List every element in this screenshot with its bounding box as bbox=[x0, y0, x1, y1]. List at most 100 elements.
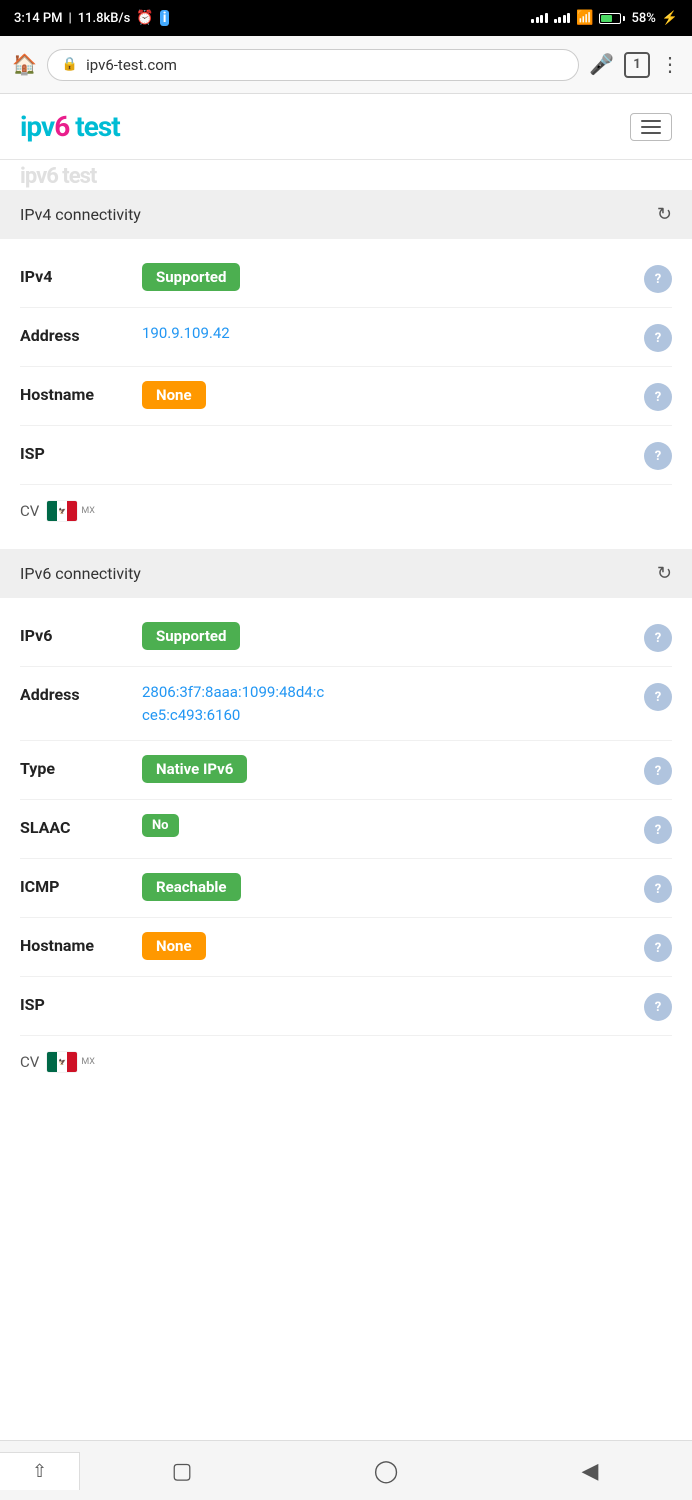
ipv6-slaac-badge: No bbox=[142, 814, 179, 837]
alarm-icon: ⏰ bbox=[136, 10, 153, 26]
ipv6-country-code-mx: MX bbox=[81, 1057, 95, 1067]
ipv6-status-row: IPv6 Supported ? bbox=[20, 608, 672, 667]
ipv4-isp-label: ISP bbox=[20, 440, 130, 463]
ipv6-hostname-label: Hostname bbox=[20, 932, 130, 955]
ipv4-hostname-row: Hostname None ? bbox=[20, 367, 672, 426]
ipv4-supported-badge: Supported bbox=[142, 263, 240, 291]
ipv6-section-title: IPv6 connectivity bbox=[20, 564, 141, 583]
ipv6-icmp-help[interactable]: ? bbox=[644, 875, 672, 903]
ipv6-slaac-value: No bbox=[142, 814, 632, 837]
lock-icon: 🔒 bbox=[62, 57, 78, 72]
ipv4-hostname-label: Hostname bbox=[20, 381, 130, 404]
wifi-icon: 📶 bbox=[576, 10, 593, 26]
tab-count[interactable]: 1 bbox=[624, 52, 650, 78]
ipv6-type-badge: Native IPv6 bbox=[142, 755, 247, 783]
ipv6-type-label: Type bbox=[20, 755, 130, 778]
hamburger-line bbox=[641, 120, 661, 122]
hamburger-line bbox=[641, 132, 661, 134]
ipv6-slaac-help[interactable]: ? bbox=[644, 816, 672, 844]
ipv4-hostname-badge: None bbox=[142, 381, 206, 409]
ipv6-isp-label: ISP bbox=[20, 991, 130, 1014]
ipv4-address-label: Address bbox=[20, 322, 130, 345]
ipv6-slaac-row: SLAAC No ? bbox=[20, 800, 672, 859]
ipv6-status-label: IPv6 bbox=[20, 622, 130, 645]
ipv6-refresh-button[interactable]: ↻ bbox=[657, 563, 672, 584]
ipv6-address-help[interactable]: ? bbox=[644, 683, 672, 711]
ipv4-address-help[interactable]: ? bbox=[644, 324, 672, 352]
logo-6: 6 bbox=[54, 110, 69, 143]
ipv4-content: IPv4 Supported ? Address 190.9.109.42 ? … bbox=[0, 239, 692, 549]
ipv4-address-link[interactable]: 190.9.109.42 bbox=[142, 324, 230, 342]
hamburger-menu-button[interactable] bbox=[630, 113, 672, 141]
ipv6-status-help[interactable]: ? bbox=[644, 624, 672, 652]
ipv6-isp-row: ISP ? bbox=[20, 977, 672, 1036]
square-button[interactable]: ▢ bbox=[142, 1441, 222, 1500]
ipv6-type-value: Native IPv6 bbox=[142, 755, 632, 783]
status-right: 📶 58% ⚡ bbox=[531, 10, 678, 26]
ipv6-type-help[interactable]: ? bbox=[644, 757, 672, 785]
microphone-button[interactable]: 🎤 bbox=[589, 52, 614, 77]
time-label: 3:14 PM bbox=[14, 11, 63, 26]
ipv6-address-label: Address bbox=[20, 681, 130, 704]
ipv6-type-row: Type Native IPv6 ? bbox=[20, 741, 672, 800]
circle-button[interactable]: ◯ bbox=[346, 1441, 426, 1500]
ipv4-cv-row: CV 🦅 MX bbox=[20, 485, 672, 529]
ipv6-icmp-label: ICMP bbox=[20, 873, 130, 896]
charging-icon: ⚡ bbox=[662, 11, 678, 26]
battery-icon bbox=[599, 13, 625, 24]
bottom-nav: ⇧ ▢ ◯ ◀ bbox=[0, 1440, 692, 1500]
url-bar[interactable]: 🔒 ipv6-test.com bbox=[47, 49, 579, 81]
ipv4-status-label: IPv4 bbox=[20, 263, 130, 286]
ipv4-status-value: Supported bbox=[142, 263, 632, 291]
ipv4-status-help[interactable]: ? bbox=[644, 265, 672, 293]
status-bar: 3:14 PM | 11.8kB/s ⏰ i 📶 58% ⚡ bbox=[0, 0, 692, 36]
ipv4-status-row: IPv4 Supported ? bbox=[20, 249, 672, 308]
browser-bar: 🏠 🔒 ipv6-test.com 🎤 1 ⋮ bbox=[0, 36, 692, 94]
ipv6-hostname-value: None bbox=[142, 932, 632, 960]
ipv6-isp-help[interactable]: ? bbox=[644, 993, 672, 1021]
ghost-logo-row: ipv6 test bbox=[0, 160, 692, 190]
logo-ipv: ipv bbox=[20, 110, 54, 143]
ipv4-address-value: 190.9.109.42 bbox=[142, 322, 632, 345]
signal-bars-1 bbox=[531, 13, 548, 23]
ipv6-hostname-row: Hostname None ? bbox=[20, 918, 672, 977]
ipv4-section-title: IPv4 connectivity bbox=[20, 205, 141, 224]
site-header: ipv6 test bbox=[0, 94, 692, 160]
more-options-button[interactable]: ⋮ bbox=[660, 52, 680, 77]
ipv4-isp-help[interactable]: ? bbox=[644, 442, 672, 470]
ipv4-section-header: IPv4 connectivity ↻ bbox=[0, 190, 692, 239]
network-speed: 11.8kB/s bbox=[78, 11, 131, 26]
url-text: ipv6-test.com bbox=[86, 56, 564, 74]
battery-percent: 58% bbox=[631, 11, 655, 26]
status-left: 3:14 PM | 11.8kB/s ⏰ i bbox=[14, 10, 169, 26]
ipv6-icmp-row: ICMP Reachable ? bbox=[20, 859, 672, 918]
ipv6-icmp-value: Reachable bbox=[142, 873, 632, 901]
ipv6-cv-text: CV bbox=[20, 1053, 39, 1071]
ipv4-isp-row: ISP ? bbox=[20, 426, 672, 485]
ipv6-cv-row: CV 🦅 MX bbox=[20, 1036, 672, 1080]
ipv6-address-row: Address 2806:3f7:8aaa:1099:48d4:cce5:c49… bbox=[20, 667, 672, 741]
ipv6-supported-badge: Supported bbox=[142, 622, 240, 650]
ipv4-hostname-help[interactable]: ? bbox=[644, 383, 672, 411]
ipv6-address-link[interactable]: 2806:3f7:8aaa:1099:48d4:cce5:c493:6160 bbox=[142, 683, 324, 724]
ipv4-cv-text: CV bbox=[20, 502, 39, 520]
ipv4-refresh-button[interactable]: ↻ bbox=[657, 204, 672, 225]
logo-test: test bbox=[69, 110, 119, 143]
ipv6-section-header: IPv6 connectivity ↻ bbox=[0, 549, 692, 598]
ipv6-hostname-help[interactable]: ? bbox=[644, 934, 672, 962]
ipv6-address-value: 2806:3f7:8aaa:1099:48d4:cce5:c493:6160 bbox=[142, 681, 632, 726]
chevron-up-bar[interactable]: ⇧ bbox=[0, 1452, 80, 1490]
ipv6-content: IPv6 Supported ? Address 2806:3f7:8aaa:1… bbox=[0, 598, 692, 1100]
ghost-logo: ipv6 test bbox=[20, 164, 96, 189]
ipv4-flag-mexico: 🦅 bbox=[47, 501, 77, 521]
ipv6-slaac-label: SLAAC bbox=[20, 814, 130, 837]
back-button[interactable]: ◀ bbox=[550, 1441, 630, 1500]
ipv4-hostname-value: None bbox=[142, 381, 632, 409]
ipv6-status-value: Supported bbox=[142, 622, 632, 650]
signal-bars-2 bbox=[554, 13, 571, 23]
ipv6-flag-mexico: 🦅 bbox=[47, 1052, 77, 1072]
info-icon: i bbox=[160, 10, 170, 26]
country-code-mx: MX bbox=[81, 506, 95, 516]
hamburger-line bbox=[641, 126, 661, 128]
home-button[interactable]: 🏠 bbox=[12, 52, 37, 77]
